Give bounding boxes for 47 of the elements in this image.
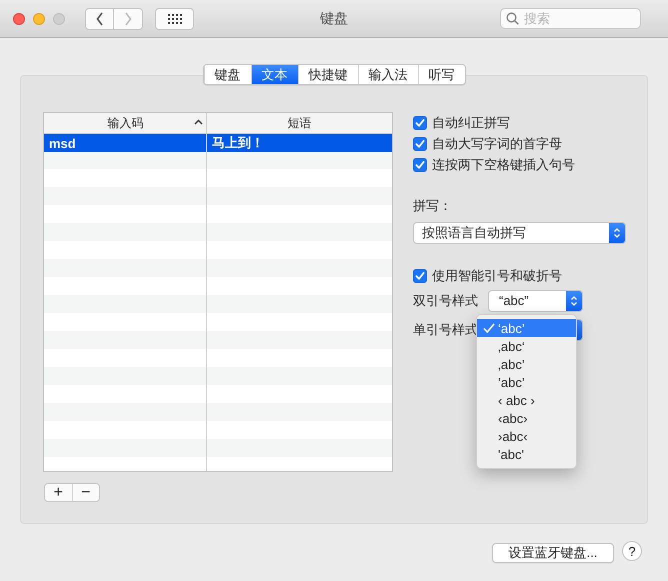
back-button[interactable]	[85, 8, 114, 30]
menu-item[interactable]: ›abc‹	[477, 427, 576, 445]
checkbox-label[interactable]: 自动大写字词的首字母	[432, 134, 562, 152]
tab[interactable]: 听写	[418, 65, 464, 84]
tab[interactable]: 快捷键	[298, 65, 358, 84]
tab[interactable]: 文本	[250, 65, 298, 84]
spelling-popup[interactable]: 按照语言自动拼写	[413, 222, 626, 244]
spelling-label: 拼写：	[413, 197, 453, 215]
checkbox-label[interactable]: 使用智能引号和破折号	[432, 266, 562, 284]
table-cell-text: msd	[48, 134, 77, 152]
tab[interactable]: 输入法	[358, 65, 418, 84]
checkbox-label[interactable]: 连按两下空格键插入句号	[432, 156, 575, 174]
column-header[interactable]: 输入码	[44, 113, 207, 133]
checkbox[interactable]	[413, 136, 427, 150]
double-quote-label: 双引号样式	[413, 292, 478, 310]
search-field[interactable]: 搜索	[500, 8, 641, 29]
bluetooth-keyboard-button[interactable]: 设置蓝牙键盘...	[492, 543, 614, 563]
column-header[interactable]: 短语	[207, 113, 392, 133]
menu-item[interactable]: 'abc'	[477, 445, 576, 463]
double-quote-popup[interactable]: “abc”	[488, 290, 583, 312]
search-icon	[506, 12, 519, 25]
table-cell-text: 马上到！	[211, 134, 265, 152]
checkbox[interactable]	[413, 116, 427, 130]
chevron-right-icon	[124, 12, 132, 26]
table-row[interactable]: msd 马上到！	[44, 134, 392, 152]
menu-item[interactable]: ‚abc‘	[477, 337, 576, 355]
help-button[interactable]: ?	[622, 541, 642, 561]
chevron-left-icon	[96, 12, 104, 26]
remove-button[interactable]: −	[72, 484, 99, 501]
show-all-button[interactable]	[155, 8, 194, 30]
checkbox[interactable]	[413, 158, 427, 172]
check-icon	[483, 323, 495, 333]
up-down-arrows-icon	[570, 294, 578, 306]
close-button[interactable]	[13, 12, 25, 24]
grid-icon	[168, 14, 182, 24]
menu-item[interactable]: ‘abc’	[477, 319, 576, 337]
menu-item[interactable]: ‹ abc ›	[477, 391, 576, 409]
menu-item[interactable]: ‹abc›	[477, 409, 576, 427]
tab[interactable]: 键盘	[204, 65, 250, 84]
menu-item[interactable]: ’abc’	[477, 373, 576, 391]
up-down-arrows-icon	[613, 227, 621, 239]
sort-chevron-icon	[194, 119, 203, 126]
menu-item[interactable]: ‚abc’	[477, 355, 576, 373]
window-title: 键盘	[320, 10, 348, 28]
checkbox[interactable]	[413, 268, 427, 282]
add-button[interactable]: +	[45, 484, 72, 501]
checkbox-label[interactable]: 自动纠正拼写	[432, 114, 510, 132]
